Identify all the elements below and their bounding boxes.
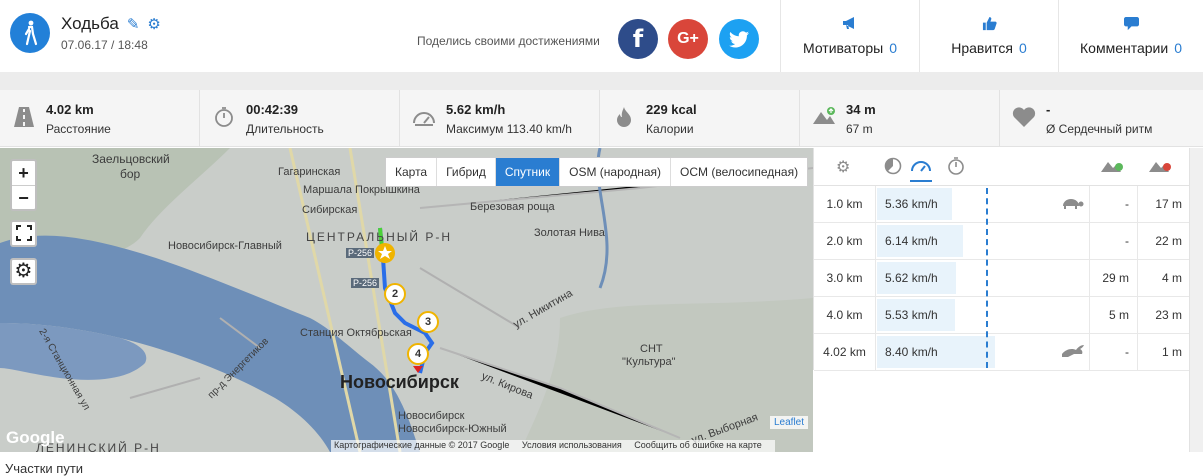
zoom-in-button[interactable]: +	[12, 161, 35, 186]
stat-distance: 4.02 km Расстояние	[0, 90, 200, 147]
tab-ocm[interactable]: OCM (велосипедная)	[671, 158, 807, 186]
activity-date: 07.06.17 / 18:48	[61, 38, 148, 52]
header-separator	[0, 72, 1203, 90]
speedometer-icon[interactable]	[910, 157, 932, 182]
rabbit-icon	[1060, 344, 1086, 361]
comment-icon	[1059, 16, 1203, 35]
split-elevation-down: 1 m	[1137, 334, 1190, 370]
split-row: 4.0 km 5.53 km/h 5 m 23 m	[814, 297, 1190, 334]
comments-button[interactable]: Комментарии 0	[1058, 0, 1203, 72]
walking-icon	[10, 13, 50, 53]
megaphone-icon	[781, 16, 919, 34]
stat-heart-rate: - Ø Сердечный ритм	[1000, 90, 1203, 147]
segments-heading: Участки пути	[5, 461, 84, 476]
split-speed: 5.53 km/h	[885, 308, 938, 322]
split-row: 4.02 km 8.40 km/h -1 m	[814, 334, 1190, 371]
route-marker-3[interactable]: 3	[417, 311, 439, 333]
googleplus-share-button[interactable]: G+	[668, 19, 708, 59]
gear-icon[interactable]: ⚙	[147, 17, 160, 32]
split-distance: 4.0 km	[814, 297, 876, 333]
split-elevation-down: 23 m	[1137, 297, 1190, 333]
edit-pencil-icon[interactable]: ✎	[127, 17, 140, 32]
splits-table: ⚙ 1.0 km 5.36 km/h -17 m 2.0 km 6.14 km/h -22…	[813, 148, 1190, 371]
pace-icon[interactable]	[884, 157, 902, 180]
stat-speed: 5.62 km/h Максимум 113.40 km/h	[400, 90, 600, 147]
split-speed: 8.40 km/h	[885, 345, 938, 359]
likes-button[interactable]: Нравится 0	[919, 0, 1058, 72]
terms-link[interactable]: Условия использования	[522, 440, 622, 450]
google-logo: Google	[6, 428, 65, 447]
stat-duration: 00:42:39 Длительность	[200, 90, 400, 147]
map-attribution: Картографические данные © 2017 Google Ус…	[331, 440, 775, 454]
zoom-control: + −	[10, 159, 37, 211]
split-distance: 3.0 km	[814, 260, 876, 296]
split-elevation-down: 4 m	[1137, 260, 1190, 296]
split-row: 3.0 km 5.62 km/h 29 m4 m	[814, 260, 1190, 297]
split-speed: 5.36 km/h	[885, 197, 938, 211]
gear-icon: ⚙	[14, 260, 33, 282]
share-text: Поделись своими достижениями	[417, 34, 600, 48]
fullscreen-button[interactable]	[10, 220, 37, 247]
flame-icon	[612, 106, 636, 130]
zoom-out-button[interactable]: −	[12, 186, 35, 211]
stats-row: 4.02 km Расстояние 00:42:39 Длительность…	[0, 90, 1203, 147]
split-speed: 5.62 km/h	[885, 271, 938, 285]
split-distance: 4.02 km	[814, 334, 876, 370]
tab-sputnik[interactable]: Спутник	[495, 158, 561, 186]
split-elevation-up: -	[1089, 334, 1137, 370]
heart-icon	[1012, 106, 1036, 130]
stat-calories: 229 kcal Калории	[600, 90, 800, 147]
road-icon	[12, 106, 36, 130]
turtle-icon	[1060, 196, 1084, 213]
tab-gibrid[interactable]: Гибрид	[437, 158, 496, 186]
split-elevation-up: 5 m	[1089, 297, 1137, 333]
speedometer-icon	[412, 106, 436, 130]
split-elevation-up: 29 m	[1089, 260, 1137, 296]
route-marker-4[interactable]: 4	[407, 343, 429, 365]
split-distance: 2.0 km	[814, 223, 876, 259]
split-row: 2.0 km 6.14 km/h -22 m	[814, 223, 1190, 260]
thumbs-up-icon	[920, 16, 1058, 35]
elevation-icon	[812, 106, 836, 130]
tab-osm[interactable]: OSM (народная)	[560, 158, 671, 186]
activity-header: Ходьба ✎ ⚙ 07.06.17 / 18:48 Поделись сво…	[0, 0, 1203, 72]
split-speed: 6.14 km/h	[885, 234, 938, 248]
leaflet-link[interactable]: Leaflet	[770, 416, 809, 429]
report-error-link[interactable]: Сообщить об ошибке на карте	[634, 440, 761, 450]
route-map[interactable]: Заельцовский бор Гагаринская Маршала Пок…	[0, 148, 813, 452]
scrollbar[interactable]	[1189, 148, 1203, 452]
map-settings-button[interactable]: ⚙	[10, 258, 37, 285]
facebook-share-button[interactable]: f	[618, 19, 658, 59]
split-row: 1.0 km 5.36 km/h -17 m	[814, 186, 1190, 223]
fullscreen-icon	[15, 225, 32, 241]
split-elevation-up: -	[1089, 223, 1137, 259]
route-marker-2[interactable]: 2	[384, 283, 406, 305]
map-layer-tabs: Карта Гибрид Спутник OSM (народная) OCM …	[385, 157, 809, 187]
split-distance: 1.0 km	[814, 186, 876, 222]
split-elevation-up: -	[1089, 186, 1137, 222]
splits-header: ⚙	[814, 148, 1190, 186]
elevation-up-icon[interactable]	[1100, 157, 1124, 178]
stopwatch-icon	[212, 106, 236, 130]
motivators-button[interactable]: Мотиваторы 0	[781, 0, 919, 72]
twitter-share-button[interactable]	[719, 19, 759, 59]
split-elevation-down: 22 m	[1137, 223, 1190, 259]
average-speed-line	[986, 188, 988, 368]
split-elevation-down: 17 m	[1137, 186, 1190, 222]
tab-karta[interactable]: Карта	[386, 158, 438, 186]
gear-icon[interactable]: ⚙	[836, 157, 850, 177]
elevation-down-icon[interactable]	[1148, 157, 1172, 178]
twitter-bird-icon	[729, 30, 749, 47]
activity-title: Ходьба ✎ ⚙	[61, 14, 161, 33]
stopwatch-icon[interactable]	[947, 157, 965, 180]
stat-elevation: 34 m 67 m	[800, 90, 1000, 147]
